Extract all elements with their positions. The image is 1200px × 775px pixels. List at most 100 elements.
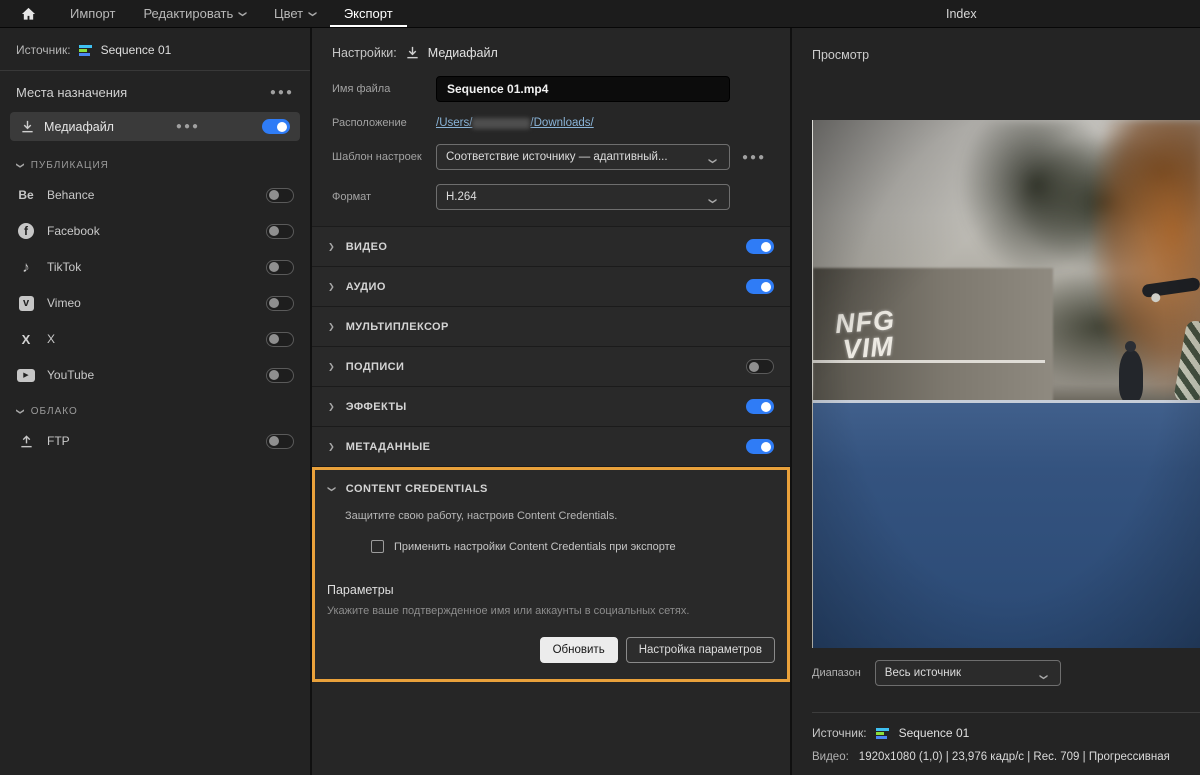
project-title: Index (946, 0, 977, 28)
export-settings-panel: Настройки: Медиафайл Имя файла Расположе… (310, 28, 792, 775)
ftp-icon-wrap (16, 434, 36, 449)
menu-edit[interactable]: Редактировать ❯ (129, 0, 260, 27)
menu-import-label: Импорт (70, 6, 115, 21)
location-prefix: /Users/ (436, 117, 472, 129)
publish-group-header[interactable]: ❯ ПУБЛИКАЦИЯ (0, 147, 310, 177)
configure-parameters-button[interactable]: Настройка параметров (626, 637, 775, 663)
x-label: X (47, 332, 55, 346)
location-row: Расположение /Users//Downloads/ (332, 116, 770, 130)
section-video[interactable]: ❯ ВИДЕО (312, 227, 790, 267)
section-audio-label: АУДИО (346, 281, 386, 293)
section-effects-toggle[interactable] (746, 399, 774, 414)
youtube-icon-wrap: ▶ (16, 369, 36, 382)
download-icon (20, 119, 35, 134)
section-video-label: ВИДЕО (346, 241, 388, 253)
section-audio-toggle[interactable] (746, 279, 774, 294)
location-link[interactable]: /Users/ /Downloads/ (436, 117, 730, 129)
destination-tiktok[interactable]: ♪ TikTok (0, 249, 310, 285)
chevron-down-icon: ❯ (16, 408, 24, 416)
vimeo-toggle[interactable] (266, 296, 294, 311)
section-effects[interactable]: ❯ ЭФФЕКТЫ (312, 387, 790, 427)
menu-import[interactable]: Импорт (56, 0, 129, 27)
destination-facebook[interactable]: f Facebook (0, 213, 310, 249)
filename-input[interactable] (436, 76, 730, 102)
mediafile-more-icon[interactable]: ●●● (176, 121, 200, 132)
chevron-right-icon: ❯ (328, 323, 335, 331)
destination-behance[interactable]: Be Behance (0, 177, 310, 213)
section-audio[interactable]: ❯ АУДИО (312, 267, 790, 307)
location-suffix: /Downloads/ (530, 117, 593, 129)
section-multiplexer-label: МУЛЬТИПЛЕКСОР (346, 321, 449, 333)
chevron-right-icon: ❯ (328, 443, 335, 451)
section-captions-toggle[interactable] (746, 359, 774, 374)
behance-label: Behance (47, 188, 94, 202)
ftp-label: FTP (47, 434, 70, 448)
settings-header: Настройки: Медиафайл (312, 28, 790, 74)
x-icon: X (16, 332, 36, 347)
apply-credentials-checkbox-row[interactable]: Применить настройки Content Credentials … (315, 538, 787, 575)
upload-icon (19, 434, 34, 449)
export-form: Имя файла Расположение /Users//Downloads… (312, 74, 790, 210)
section-metadata-toggle[interactable] (746, 439, 774, 454)
top-menu-bar: Импорт Редактировать ❯ Цвет ❯ Экспорт In… (0, 0, 1200, 28)
facebook-icon: f (18, 223, 34, 239)
vignette-overlay (813, 120, 1200, 648)
content-credentials-header[interactable]: ❯ CONTENT CREDENTIALS (315, 470, 787, 508)
menu-color[interactable]: Цвет ❯ (260, 0, 330, 27)
more-options-icon[interactable]: ●●● (270, 87, 294, 98)
metadata-video-label: Видео: (812, 751, 849, 763)
settings-sections: ❯ ВИДЕО ❯ АУДИО ❯ МУЛЬТИПЛЕКСОР ❯ ПОДПИС… (312, 226, 790, 467)
source-name: Sequence 01 (101, 43, 172, 57)
youtube-label: YouTube (47, 368, 94, 382)
destination-youtube[interactable]: ▶ YouTube (0, 357, 310, 393)
section-metadata[interactable]: ❯ МЕТАДАННЫЕ (312, 427, 790, 467)
behance-toggle[interactable] (266, 188, 294, 203)
section-captions-label: ПОДПИСИ (346, 361, 405, 373)
preset-value: Соответствие источнику — адаптивный... (446, 151, 668, 163)
vimeo-label: Vimeo (47, 296, 81, 310)
chevron-right-icon: ❯ (328, 283, 335, 291)
destination-mediafile[interactable]: Медиафайл ●●● (10, 112, 300, 141)
destination-ftp[interactable]: FTP (0, 423, 310, 459)
ftp-toggle[interactable] (266, 434, 294, 449)
section-effects-label: ЭФФЕКТЫ (346, 401, 407, 413)
youtube-toggle[interactable] (266, 368, 294, 383)
format-label: Формат (332, 190, 436, 204)
apply-credentials-checkbox[interactable] (371, 540, 384, 553)
refresh-button[interactable]: Обновить (540, 637, 618, 663)
preset-dropdown[interactable]: Соответствие источнику — адаптивный... ❯ (436, 144, 730, 170)
section-captions[interactable]: ❯ ПОДПИСИ (312, 347, 790, 387)
menu-edit-label: Редактировать (143, 6, 233, 21)
destination-x[interactable]: X X (0, 321, 310, 357)
metadata-video-value: 1920x1080 (1,0) | 23,976 кадр/с | Rec. 7… (859, 751, 1170, 763)
preset-more-icon[interactable]: ●●● (742, 152, 766, 163)
sequence-icon (875, 727, 891, 740)
apply-credentials-label: Применить настройки Content Credentials … (394, 541, 676, 553)
menu-export[interactable]: Экспорт (330, 0, 407, 27)
home-icon[interactable] (0, 0, 56, 27)
facebook-toggle[interactable] (266, 224, 294, 239)
section-video-toggle[interactable] (746, 239, 774, 254)
mediafile-toggle[interactable] (262, 119, 290, 134)
content-credentials-actions: Обновить Настройка параметров (315, 635, 787, 665)
preview-panel: Просмотр NFG VIM Диапазон Весь (792, 28, 1200, 775)
range-dropdown[interactable]: Весь источник ❯ (875, 660, 1061, 686)
format-dropdown[interactable]: H.264 ❯ (436, 184, 730, 210)
section-multiplexer[interactable]: ❯ МУЛЬТИПЛЕКСОР (312, 307, 790, 347)
cloud-group-header[interactable]: ❯ ОБЛАКО (0, 393, 310, 423)
home-icon-glyph (21, 7, 36, 21)
metadata-source-label: Источник: (812, 726, 867, 740)
chevron-right-icon: ❯ (328, 403, 335, 411)
tiktok-toggle[interactable] (266, 260, 294, 275)
preset-label: Шаблон настроек (332, 150, 436, 164)
destinations-header: Места назначения ●●● (0, 71, 310, 108)
redacted-username (472, 118, 530, 129)
range-row: Диапазон Весь источник ❯ (812, 660, 1190, 686)
content-credentials-title: CONTENT CREDENTIALS (346, 483, 488, 495)
destination-vimeo[interactable]: v Vimeo (0, 285, 310, 321)
range-label: Диапазон (812, 667, 861, 679)
x-toggle[interactable] (266, 332, 294, 347)
chevron-down-icon: ❯ (709, 150, 717, 165)
publish-group-label: ПУБЛИКАЦИЯ (31, 160, 109, 171)
vimeo-icon-wrap: v (16, 296, 36, 311)
